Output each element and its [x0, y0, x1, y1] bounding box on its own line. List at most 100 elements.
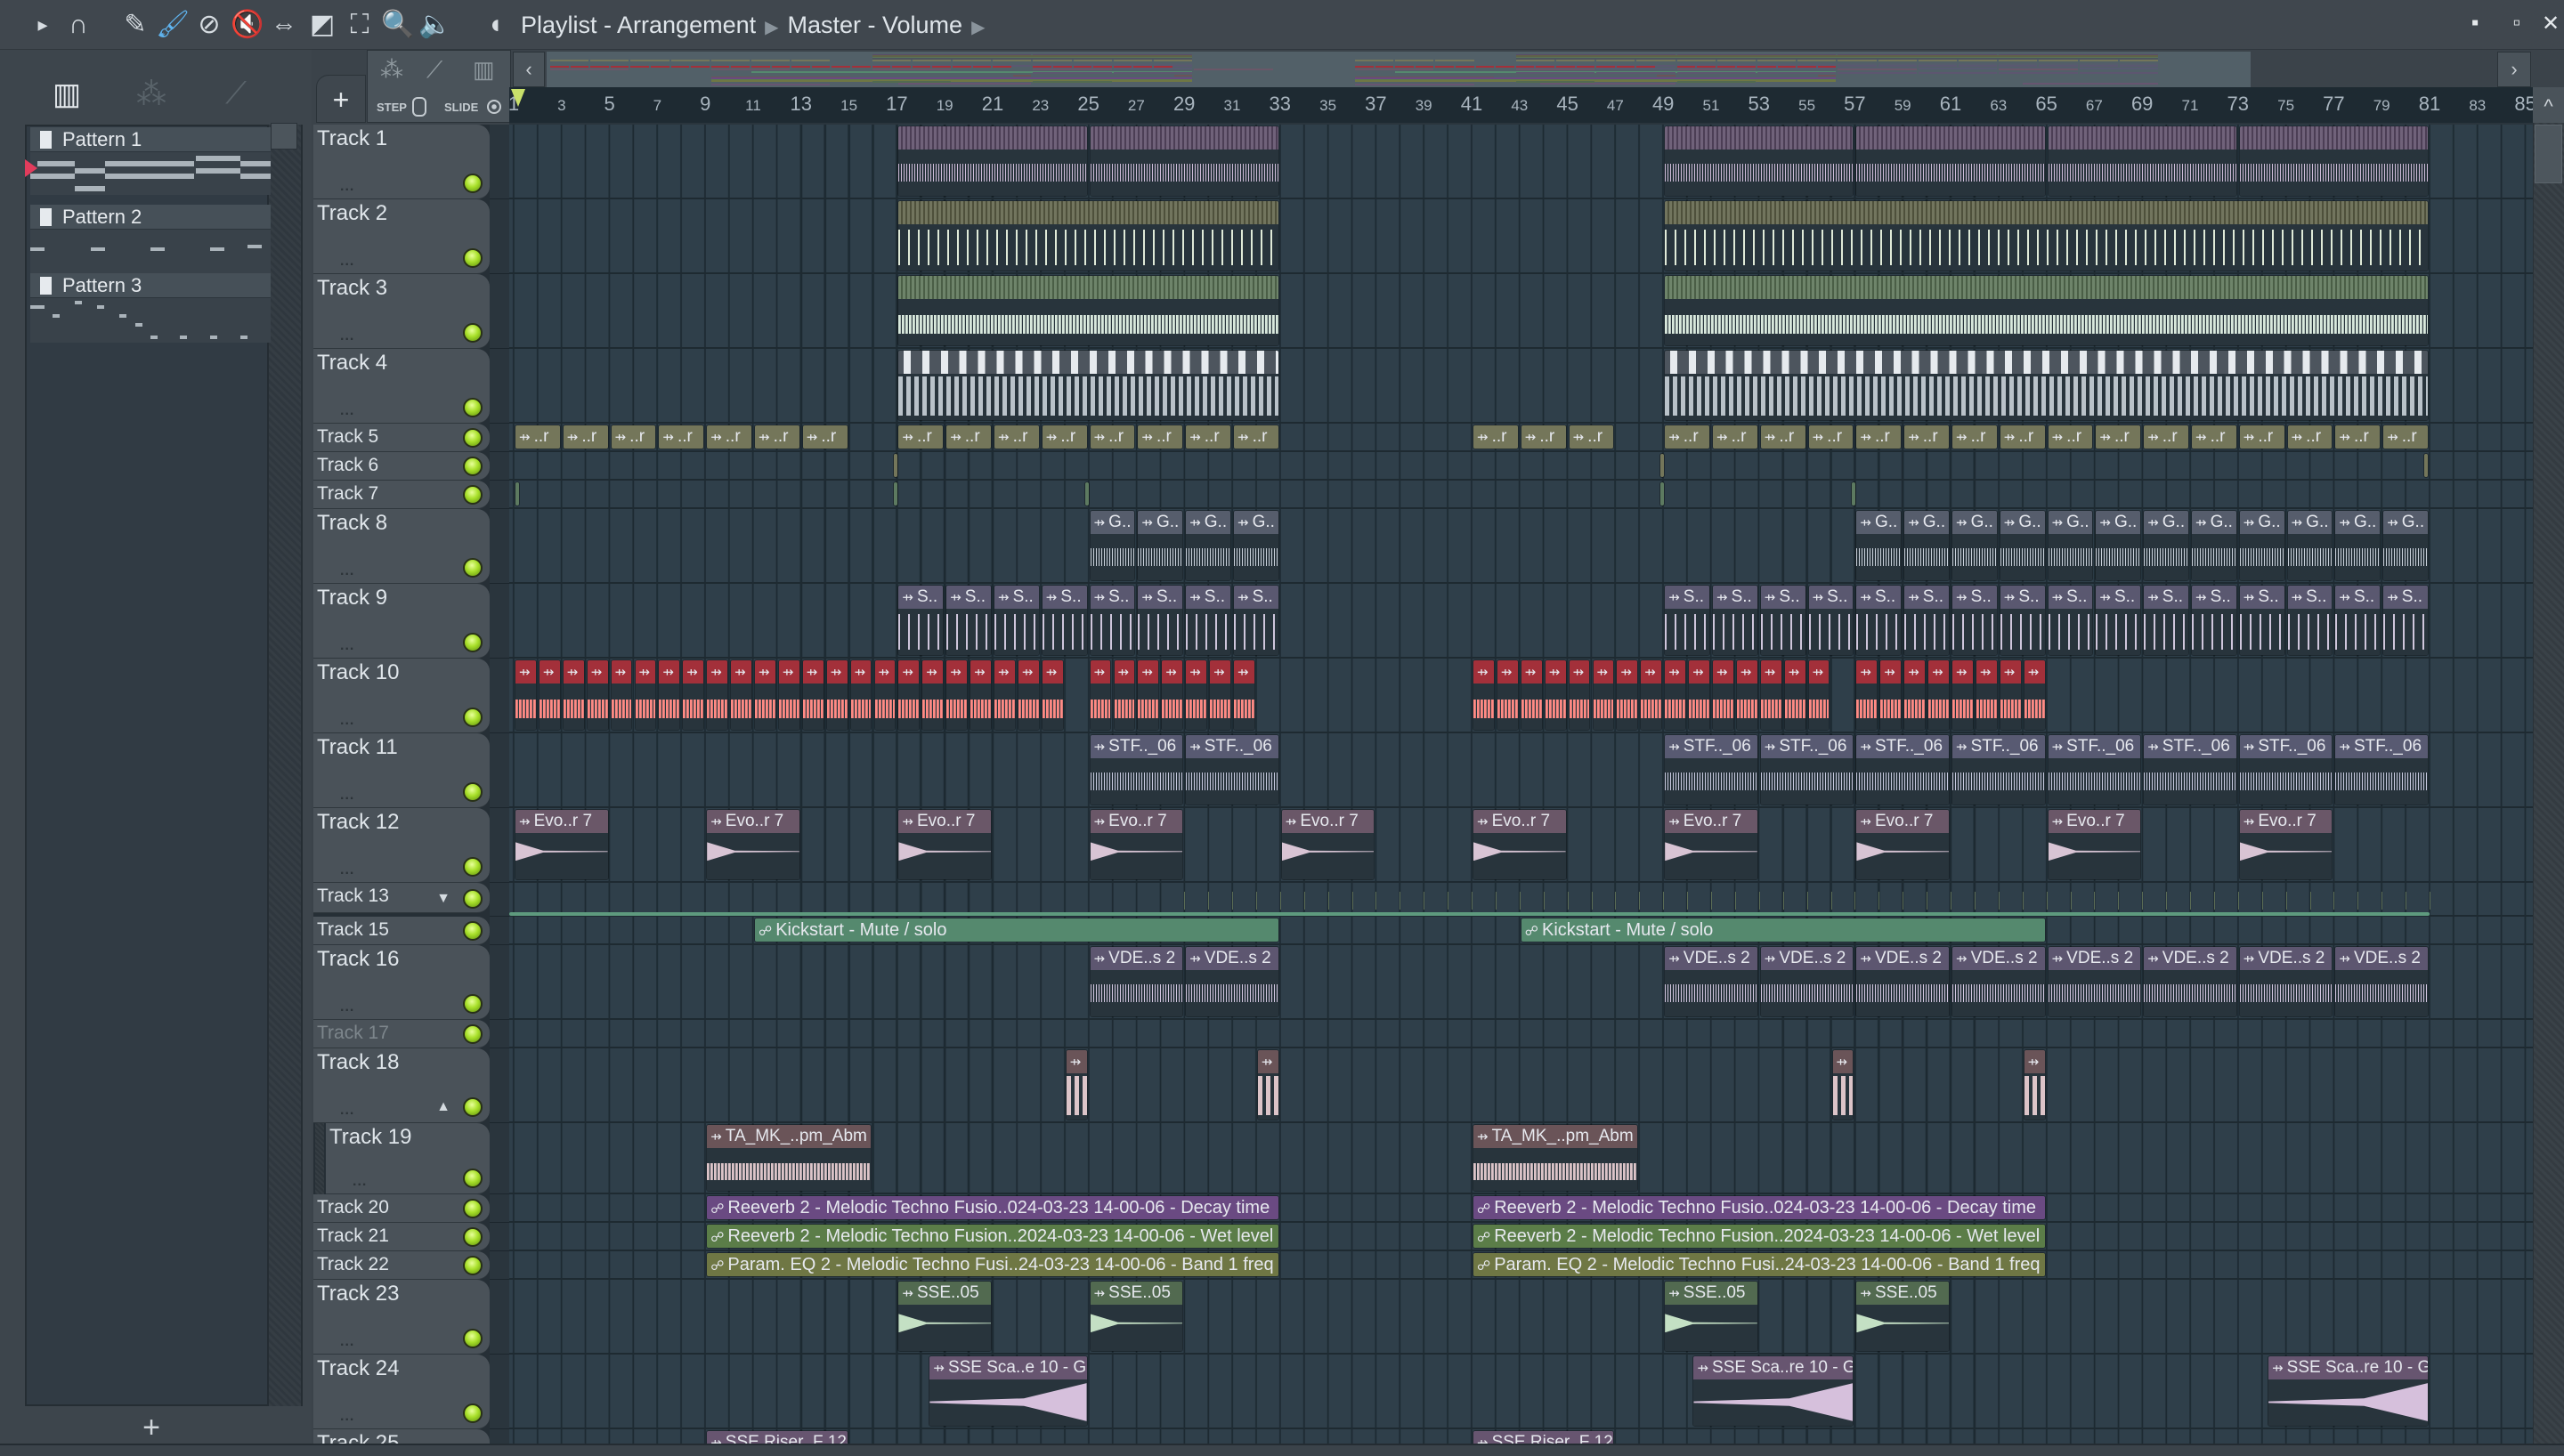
audio-clip[interactable]: ⇸ ..r — [1999, 425, 2046, 449]
audio-clip[interactable]: ⇸ — [801, 659, 824, 731]
automation-icon[interactable]: ⟋ — [426, 56, 442, 85]
audio-clip[interactable]: ⇸ ..r — [1759, 425, 1806, 449]
audio-clip[interactable]: ⇸ — [945, 659, 969, 731]
timeline-ruler[interactable]: 1 3 5 7 9 11 13 15 17 19 21 23 25 27 29 31 33 35 37 39 41 43 4… — [509, 87, 2533, 125]
track-name[interactable]: Track 11 — [317, 735, 398, 760]
audio-clip[interactable]: ⇸ S.. — [1807, 585, 1854, 656]
audio-clip[interactable] — [897, 200, 1279, 271]
audio-clip[interactable]: ⇸ — [1065, 1049, 1088, 1120]
audio-clip[interactable]: ⇸ S.. — [1233, 585, 1279, 656]
audio-clip[interactable] — [1664, 125, 1854, 197]
audio-clip[interactable]: ⇸ VDE..s 2 — [2334, 946, 2429, 1017]
playback-icon[interactable]: 🔈 — [418, 7, 451, 43]
more-options-icon[interactable]: ... — [340, 1103, 354, 1119]
track-name[interactable]: Track 17 — [317, 1023, 389, 1044]
audio-clip[interactable]: ⇸ — [1807, 659, 1830, 731]
audio-clip[interactable]: ⇸ S.. — [1712, 585, 1758, 656]
track-header[interactable]: Track 19... — [326, 1123, 490, 1194]
scroll-right-button[interactable]: › — [2497, 52, 2531, 87]
audio-clip[interactable]: ⇸ — [1831, 1049, 1854, 1120]
audio-clip[interactable]: ⇸ ..r — [2334, 425, 2381, 449]
audio-clip[interactable]: ⇸ ..r — [1185, 425, 1231, 449]
track-header[interactable]: Track 24... — [313, 1355, 490, 1429]
track-name[interactable]: Track 6 — [317, 455, 378, 476]
track-name[interactable]: Track 1 — [317, 126, 387, 151]
vertical-scrollbar[interactable] — [2533, 87, 2564, 1444]
audio-clip[interactable]: ⇸ — [658, 659, 681, 731]
track-header[interactable]: Track 9... — [313, 584, 490, 659]
audio-clip[interactable]: ⇸ G.. — [1089, 510, 1136, 581]
audio-clip[interactable] — [1664, 275, 2429, 346]
audio-clip[interactable]: ⇸ — [2023, 1049, 2046, 1120]
audio-clip[interactable]: ⇸ — [777, 659, 800, 731]
delete-icon[interactable]: ⊘ — [193, 7, 225, 43]
more-options-icon[interactable]: ... — [353, 1174, 367, 1190]
audio-clip[interactable]: ⇸ — [849, 659, 872, 731]
audio-clip[interactable]: ⇸ VDE..s 2 — [1759, 946, 1854, 1017]
audio-clip[interactable] — [515, 481, 521, 506]
pattern-item[interactable]: Pattern 2 — [30, 205, 271, 274]
audio-clip[interactable]: ⇸ TA_MK_..pm_Abm — [706, 1124, 872, 1192]
paint-brush-icon[interactable]: 🖌 — [156, 7, 190, 43]
audio-clip[interactable]: ⇸ S.. — [2143, 585, 2189, 656]
audio-clip[interactable]: ⇸ S.. — [2286, 585, 2333, 656]
track-header[interactable]: Track 23... — [313, 1280, 490, 1355]
audio-clip[interactable]: ⇸SSE Riser_F 128BPM — [1473, 1430, 1615, 1444]
track-name[interactable]: Track 4 — [317, 351, 387, 376]
audio-clip[interactable]: ⇸ — [754, 659, 776, 731]
more-options-icon[interactable]: ... — [340, 1334, 354, 1350]
audio-clip[interactable]: ⇸ Evo..r 7 — [1473, 809, 1567, 880]
track-name[interactable]: Track 13 — [317, 886, 389, 907]
audio-clip[interactable]: ⇸ S.. — [945, 585, 992, 656]
audio-clip[interactable]: ⇸ Evo..r 7 — [897, 809, 992, 880]
audio-clip[interactable]: ⇸ ..r — [1951, 425, 1998, 449]
audio-clip[interactable]: ⇸ — [1927, 659, 1950, 731]
audio-clip[interactable]: ⇸ ..r — [706, 425, 752, 449]
audio-clip[interactable] — [1084, 481, 1091, 506]
audio-clip[interactable]: ⇸ ..r — [1855, 425, 1903, 449]
track-header[interactable]: Track 25... — [313, 1429, 490, 1444]
automation-clip[interactable]: ☍ Kickstart - Mute / solo — [754, 918, 1279, 942]
audio-clip[interactable]: ⇸ — [1759, 659, 1782, 731]
audio-clip[interactable]: ⇸ — [921, 659, 945, 731]
audio-clip[interactable]: ⇸ ..r — [801, 425, 848, 449]
audio-clip[interactable]: ⇸ SSE Sca..e 10 - G — [929, 1355, 1088, 1427]
audio-clip[interactable]: ⇸ S.. — [1664, 585, 1710, 656]
audio-clip[interactable]: ⇸ — [1017, 659, 1040, 731]
audio-clip[interactable]: ⇸ G.. — [2334, 510, 2381, 581]
audio-clip[interactable]: ⇸ — [586, 659, 609, 731]
track-header[interactable]: Track 17 — [313, 1020, 490, 1048]
minimize-button[interactable]: ▪ — [2462, 11, 2488, 36]
audio-clip[interactable]: ⇸ ..r — [2238, 425, 2285, 449]
audio-clip[interactable]: ⇸ Evo..r 7 — [1664, 809, 1758, 880]
track-enable-led[interactable] — [463, 782, 483, 802]
track-enable-led[interactable] — [463, 485, 483, 505]
track-header[interactable]: Track 20 — [313, 1194, 490, 1223]
track-header[interactable]: Track 1... — [313, 125, 490, 199]
automation-clip[interactable]: ☍ Kickstart - Mute / solo — [1520, 918, 2046, 942]
audio-clip[interactable]: ⇸ — [682, 659, 705, 731]
audio-clip[interactable]: ⇸ ..r — [658, 425, 705, 449]
audio-clip[interactable]: ⇸ STF.._06 — [2238, 734, 2333, 805]
audio-clip[interactable]: ⇸ G.. — [1999, 510, 2046, 581]
track-enable-led[interactable] — [463, 1329, 483, 1348]
audio-clip[interactable]: ⇸ ..r — [2047, 425, 2094, 449]
magnet-snap-icon[interactable]: ∩ — [62, 7, 94, 43]
track-header[interactable]: Track 3... — [313, 274, 490, 349]
track-enable-led[interactable] — [463, 1199, 483, 1218]
audio-clip[interactable]: ⇸ — [1496, 659, 1519, 731]
audio-clip[interactable]: ⇸ — [1999, 659, 2022, 731]
audio-clip[interactable] — [893, 453, 899, 478]
audio-clip[interactable]: ⇸ — [706, 659, 729, 731]
audio-clip[interactable]: ⇸ — [994, 659, 1016, 731]
title-text[interactable]: Playlist - Arrangement — [521, 12, 756, 38]
audio-clip[interactable]: ⇸ STF.._06 — [1089, 734, 1184, 805]
audio-clip[interactable]: ⇸ — [1688, 659, 1710, 731]
audio-clip[interactable]: ⇸ VDE..s 2 — [1185, 946, 1279, 1017]
audio-clip[interactable]: ⇸ — [1520, 659, 1543, 731]
audio-clip[interactable]: ⇸ VDE..s 2 — [1951, 946, 2046, 1017]
audio-clip[interactable]: ⇸ G.. — [2143, 510, 2189, 581]
audio-clip[interactable]: ⇸ — [873, 659, 897, 731]
audio-clip[interactable] — [1089, 125, 1279, 197]
audio-clip[interactable]: ⇸ STF.._06 — [2334, 734, 2429, 805]
